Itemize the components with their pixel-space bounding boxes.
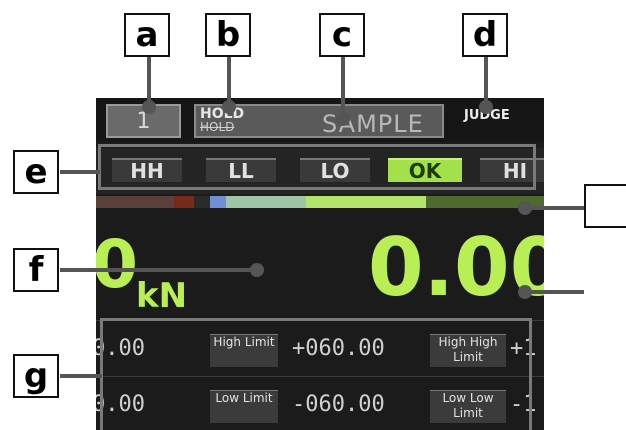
strip-seg-2 bbox=[174, 196, 194, 208]
judge-row-outline bbox=[98, 144, 536, 190]
callout-f: f bbox=[13, 248, 59, 292]
hold-sub-label: HOLD bbox=[200, 120, 235, 134]
leader-right-top-dot bbox=[518, 201, 532, 215]
callout-e: e bbox=[13, 150, 59, 194]
limits-outline bbox=[100, 318, 532, 430]
callout-g: g bbox=[13, 354, 59, 398]
leader-a-dot bbox=[142, 100, 156, 114]
leader-b-dot bbox=[222, 100, 236, 114]
leader-right-mid bbox=[528, 290, 584, 294]
strip-seg-6 bbox=[306, 196, 426, 208]
strip-seg-1 bbox=[96, 196, 174, 208]
callout-d: d bbox=[462, 13, 508, 57]
leader-c bbox=[341, 56, 345, 120]
leader-f bbox=[60, 268, 256, 272]
leader-g bbox=[60, 374, 102, 378]
left-readout-value: 0 bbox=[96, 226, 138, 303]
strip-seg-5 bbox=[226, 196, 306, 208]
strip-seg-4 bbox=[210, 196, 226, 208]
leader-right-top bbox=[528, 206, 584, 210]
leader-d-dot bbox=[479, 100, 493, 114]
leader-c-dot bbox=[336, 112, 350, 126]
leader-right-mid-dot bbox=[518, 285, 532, 299]
leader-e bbox=[60, 170, 100, 174]
strip-seg-3 bbox=[194, 196, 210, 208]
top-bar: 1 HOLD HOLD SAMPLE JUDGE bbox=[96, 98, 544, 142]
callout-a: a bbox=[124, 13, 170, 57]
callout-b: b bbox=[205, 13, 251, 57]
leader-f-dot bbox=[250, 263, 264, 277]
unit-label: kN bbox=[136, 276, 188, 316]
callout-c: c bbox=[319, 13, 365, 57]
callout-right-blank bbox=[584, 184, 626, 228]
main-readout-value: 0.00 bbox=[368, 221, 544, 314]
